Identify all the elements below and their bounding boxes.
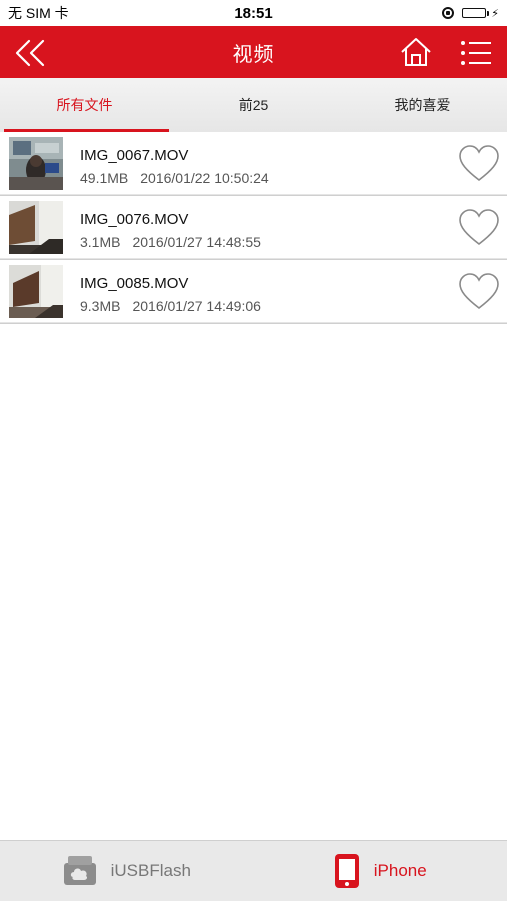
nav-bar: 视频 (0, 26, 507, 78)
tab-top25[interactable]: 前25 (169, 78, 338, 132)
file-date: 2016/01/27 14:48:55 (132, 234, 260, 250)
bottom-tab-bar: iUSBFlash iPhone (0, 840, 507, 901)
file-meta: 3.1MB 2016/01/27 14:48:55 (80, 234, 261, 250)
file-list: IMG_0067.MOV 49.1MB 2016/01/22 10:50:24 I… (0, 132, 507, 324)
file-meta: 9.3MB 2016/01/27 14:49:06 (80, 298, 261, 314)
favorite-heart-icon[interactable] (458, 145, 500, 183)
file-meta: 49.1MB 2016/01/22 10:50:24 (80, 170, 269, 186)
file-row[interactable]: IMG_0067.MOV 49.1MB 2016/01/22 10:50:24 (0, 132, 507, 196)
file-size: 49.1MB (80, 170, 128, 186)
home-icon[interactable] (400, 36, 432, 68)
video-thumbnail (9, 201, 63, 254)
video-thumbnail (9, 265, 63, 318)
bottom-tab-iphone[interactable]: iPhone (254, 841, 507, 901)
file-size: 3.1MB (80, 234, 120, 250)
bottom-tab-label: iPhone (374, 861, 427, 881)
usb-drive-icon (63, 855, 97, 887)
file-row[interactable]: IMG_0076.MOV 3.1MB 2016/01/27 14:48:55 (0, 196, 507, 260)
menu-icon[interactable] (459, 38, 493, 68)
tab-favorites[interactable]: 我的喜爱 (338, 78, 507, 132)
file-row[interactable]: IMG_0085.MOV 9.3MB 2016/01/27 14:49:06 (0, 260, 507, 324)
bottom-tab-label: iUSBFlash (111, 861, 191, 881)
file-date: 2016/01/27 14:49:06 (132, 298, 260, 314)
status-time: 18:51 (0, 5, 507, 22)
tab-label: 前25 (239, 95, 269, 115)
video-thumbnail (9, 137, 63, 190)
tab-all-files[interactable]: 所有文件 (0, 78, 169, 132)
tab-label: 所有文件 (57, 95, 113, 115)
file-size: 9.3MB (80, 298, 120, 314)
file-date: 2016/01/22 10:50:24 (140, 170, 268, 186)
file-name: IMG_0076.MOV (80, 211, 188, 228)
file-name: IMG_0067.MOV (80, 147, 188, 164)
phone-icon (334, 853, 360, 889)
tab-label: 我的喜爱 (395, 95, 451, 115)
file-name: IMG_0085.MOV (80, 275, 188, 292)
back-icon[interactable] (14, 38, 48, 68)
favorite-heart-icon[interactable] (458, 209, 500, 247)
favorite-heart-icon[interactable] (458, 273, 500, 311)
filter-tabs: 所有文件 前25 我的喜爱 (0, 78, 507, 133)
bottom-tab-iusbflash[interactable]: iUSBFlash (0, 841, 254, 901)
status-bar: 无 SIM 卡 18:51 ⚡ (0, 0, 507, 26)
page-title: 视频 (233, 38, 275, 67)
